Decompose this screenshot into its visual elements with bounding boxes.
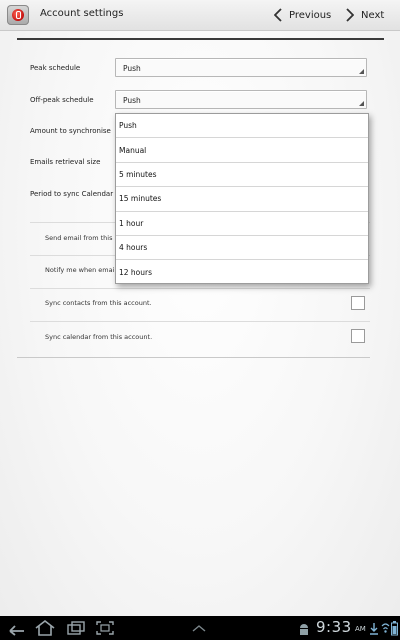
up-chevron-icon[interactable]	[191, 624, 207, 632]
sync-contacts-checkbox[interactable]	[351, 296, 365, 310]
app-icon	[7, 5, 29, 25]
previous-label: Previous	[289, 9, 332, 21]
next-button[interactable]: Next	[346, 5, 384, 25]
clock-ampm: AM	[355, 625, 366, 633]
header-divider	[17, 38, 384, 40]
home-icon[interactable]	[34, 620, 56, 636]
battery-icon	[391, 621, 398, 636]
dropdown-option-5-minutes[interactable]: 5 minutes	[116, 163, 368, 188]
clock: 9:33	[316, 618, 352, 636]
download-icon	[370, 623, 378, 635]
system-bar: 9:33 AM	[0, 616, 400, 640]
spinner-arrow-icon	[359, 101, 364, 106]
back-icon[interactable]	[6, 620, 26, 636]
dropdown-option-1-hour[interactable]: 1 hour	[116, 212, 368, 236]
row-divider	[30, 288, 370, 289]
peak-schedule-value: Push	[123, 64, 141, 73]
power-icon	[12, 9, 24, 21]
notify-me-label: Notify me when emai	[45, 266, 115, 274]
off-peak-schedule-value: Push	[123, 96, 141, 105]
dropdown-option-12-hours[interactable]: 12 hours	[116, 260, 368, 284]
row-divider	[30, 321, 370, 322]
recent-apps-icon[interactable]	[66, 620, 86, 636]
previous-button[interactable]: Previous	[274, 5, 331, 25]
chevron-left-icon	[274, 8, 282, 22]
send-email-label: Send email from this	[45, 234, 113, 242]
schedule-dropdown-list: Push Manual 5 minutes 15 minutes 1 hour …	[115, 113, 369, 284]
chevron-right-icon	[346, 8, 354, 22]
spinner-arrow-icon	[359, 69, 364, 74]
peak-schedule-label: Peak schedule	[30, 64, 81, 72]
sync-calendar-label: Sync calendar from this account.	[45, 333, 153, 341]
dropdown-option-manual[interactable]: Manual	[116, 138, 368, 163]
page-title: Account settings	[40, 8, 124, 19]
dropdown-option-push[interactable]: Push	[116, 114, 368, 139]
dropdown-option-15-minutes[interactable]: 15 minutes	[116, 187, 368, 212]
list-bottom-divider	[17, 357, 370, 358]
sync-contacts-label: Sync contacts from this account.	[45, 299, 152, 307]
screenshot-icon[interactable]	[95, 620, 115, 636]
period-to-sync-calendar-label: Period to sync Calendar	[30, 190, 114, 198]
sync-calendar-checkbox[interactable]	[351, 329, 365, 343]
wifi-icon	[381, 623, 390, 633]
peak-schedule-spinner[interactable]: Push	[115, 58, 367, 77]
amount-to-synchronise-label: Amount to synchronise	[30, 127, 111, 135]
emails-retrieval-size-label: Emails retrieval size	[30, 158, 101, 166]
dropdown-option-4-hours[interactable]: 4 hours	[116, 236, 368, 261]
android-debug-icon	[300, 624, 308, 635]
off-peak-schedule-label: Off-peak schedule	[30, 96, 94, 104]
action-bar: Account settings Previous Next	[0, 0, 400, 31]
off-peak-schedule-spinner[interactable]: Push	[115, 90, 367, 109]
next-label: Next	[361, 9, 385, 21]
